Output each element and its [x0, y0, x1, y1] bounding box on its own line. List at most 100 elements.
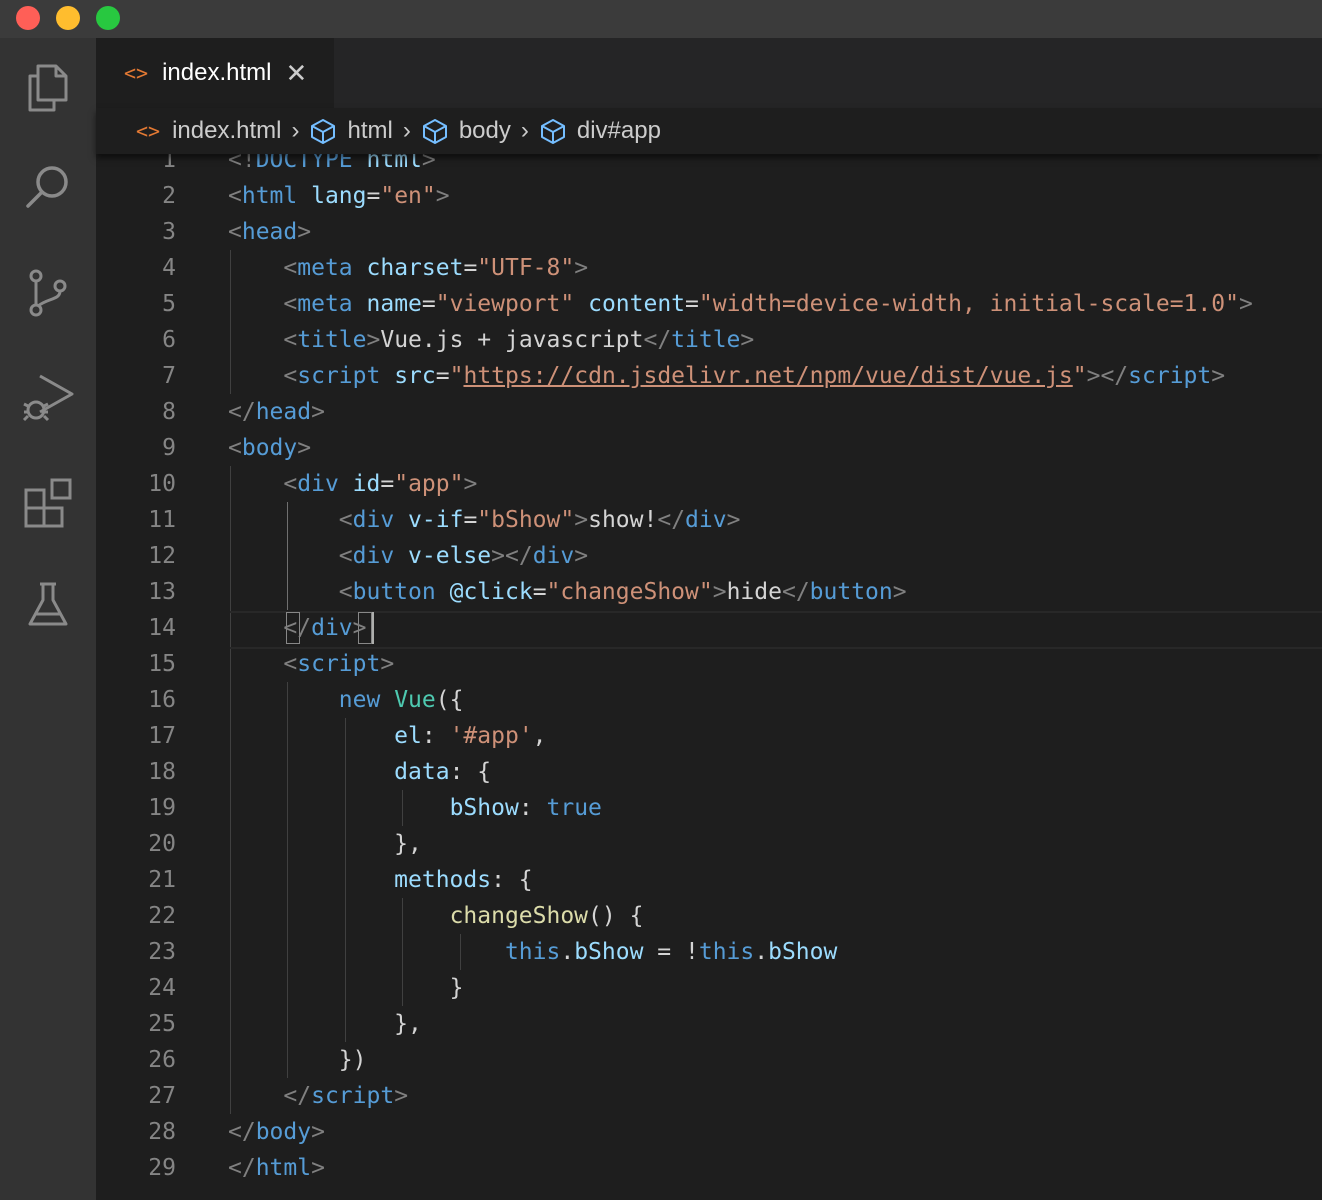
- code-line[interactable]: 27 </script>: [96, 1078, 1322, 1114]
- breadcrumb-item-div-app[interactable]: div#app: [539, 117, 661, 145]
- maximize-window-button[interactable]: [96, 6, 120, 30]
- code-line[interactable]: 10 <div id="app">: [96, 466, 1322, 502]
- code-token: :: [421, 723, 450, 749]
- code-token: : {: [449, 759, 492, 785]
- line-number: 8: [162, 399, 176, 425]
- code-token: =: [380, 471, 395, 497]
- code-line[interactable]: 9 <body>: [96, 430, 1322, 466]
- breadcrumb-label: body: [458, 117, 511, 144]
- breadcrumb-item-file[interactable]: <> index.html: [136, 117, 281, 145]
- code-line[interactable]: 22 changeShow() {: [96, 898, 1322, 934]
- code-line[interactable]: 2 <html lang="en">: [96, 178, 1322, 214]
- code-line[interactable]: 12 <div v-else></div>: [96, 538, 1322, 574]
- code-token: </: [228, 1119, 256, 1145]
- code-line[interactable]: 11 <div v-if="bShow">show!</div>: [96, 502, 1322, 538]
- line-number: 22: [148, 903, 176, 929]
- code-line[interactable]: 14 </div>: [96, 610, 1322, 646]
- code-token: "width=device-width, initial-scale=1.0": [698, 291, 1239, 317]
- code-line[interactable]: 15 <script>: [96, 646, 1322, 682]
- breadcrumb-item-body[interactable]: body: [421, 117, 511, 145]
- code-line[interactable]: 26 }): [96, 1042, 1322, 1078]
- code-token: new: [338, 687, 381, 713]
- code-line[interactable]: 16 new Vue({: [96, 682, 1322, 718]
- line-number: 29: [148, 1155, 176, 1181]
- testing-icon[interactable]: [18, 576, 78, 636]
- code-text: <button @click="changeShow">hide</button…: [228, 574, 907, 610]
- code-line[interactable]: 5 <meta name="viewport" content="width=d…: [96, 286, 1322, 322]
- code-text: <title>Vue.js + javascript</title>: [228, 322, 754, 358]
- code-token: <: [283, 363, 298, 389]
- code-text: data: {: [228, 754, 491, 790]
- code-line[interactable]: 21 methods: {: [96, 862, 1322, 898]
- cube-icon: [311, 119, 336, 144]
- code-token: >: [311, 1155, 325, 1181]
- extensions-icon[interactable]: [18, 472, 78, 532]
- code-text: </div>: [228, 610, 366, 646]
- code-token: .: [560, 939, 575, 965]
- code-line[interactable]: 28 </body>: [96, 1114, 1322, 1150]
- code-token: ({: [435, 687, 464, 713]
- code-token: methods: [394, 867, 492, 893]
- code-line[interactable]: 23 this.bShow = !this.bShow: [96, 934, 1322, 970]
- code-line[interactable]: 25 },: [96, 1006, 1322, 1042]
- code-token: button: [809, 579, 893, 605]
- code-line[interactable]: 13 <button @click="changeShow">hide</but…: [96, 574, 1322, 610]
- tab-index-html[interactable]: <> index.html ✕: [96, 38, 334, 108]
- code-token: "en": [380, 183, 436, 209]
- code-line[interactable]: 20 },: [96, 826, 1322, 862]
- files-icon[interactable]: [18, 56, 78, 116]
- line-number: 14: [148, 615, 176, 641]
- code-line[interactable]: 4 <meta charset="UTF-8">: [96, 250, 1322, 286]
- breadcrumb: <> index.html › html › body › div#app: [96, 108, 1322, 154]
- code-token: html: [241, 183, 298, 209]
- code-token: script: [297, 651, 381, 677]
- code-text: <script src="https://cdn.jsdelivr.net/np…: [228, 358, 1225, 394]
- code-token: >: [366, 327, 381, 353]
- search-icon[interactable]: [18, 158, 78, 218]
- code-token: v-else: [408, 543, 492, 569]
- code-token: '#app': [449, 723, 533, 749]
- code-token: div: [685, 507, 727, 533]
- code-line[interactable]: 6 <title>Vue.js + javascript</title>: [96, 322, 1322, 358]
- code-line[interactable]: 7 <script src="https://cdn.jsdelivr.net/…: [96, 358, 1322, 394]
- breadcrumb-label: index.html: [172, 117, 282, 144]
- code-token: ": [449, 363, 464, 389]
- code-line[interactable]: 17 el: '#app',: [96, 718, 1322, 754]
- code-token: () {: [588, 903, 644, 929]
- code-editor[interactable]: 1 <!DOCTYPE html> 2 <html lang="en"> 3 <head>…: [96, 142, 1322, 1200]
- code-token: Vue.js + javascript: [380, 327, 644, 353]
- code-token: title: [671, 327, 741, 353]
- code-token: = !: [643, 939, 699, 965]
- code-line[interactable]: 3 <head>: [96, 214, 1322, 250]
- source-control-icon[interactable]: [18, 264, 78, 324]
- code-token: changeShow: [449, 903, 589, 929]
- code-line[interactable]: 18 data: {: [96, 754, 1322, 790]
- code-token: script: [297, 363, 381, 389]
- code-token: <: [338, 579, 353, 605]
- code-line[interactable]: 8 </head>: [96, 394, 1322, 430]
- close-icon[interactable]: ✕: [285, 58, 307, 89]
- code-line[interactable]: 19 bShow: true: [96, 790, 1322, 826]
- code-token: "viewport": [435, 291, 575, 317]
- breadcrumb-item-html[interactable]: html: [309, 117, 393, 145]
- run-debug-icon[interactable]: [18, 368, 78, 428]
- close-window-button[interactable]: [16, 6, 40, 30]
- line-number: 11: [148, 507, 176, 533]
- code-token: html: [255, 1155, 312, 1181]
- breadcrumb-label: div#app: [576, 117, 661, 144]
- minimize-window-button[interactable]: [56, 6, 80, 30]
- code-token: this: [504, 939, 561, 965]
- line-number: 23: [148, 939, 176, 965]
- chevron-right-icon: ›: [520, 117, 529, 144]
- code-line[interactable]: 29 </html>: [96, 1150, 1322, 1186]
- code-token: },: [394, 831, 422, 857]
- code-text: <body>: [228, 430, 311, 466]
- code-line[interactable]: 24 }: [96, 970, 1322, 1006]
